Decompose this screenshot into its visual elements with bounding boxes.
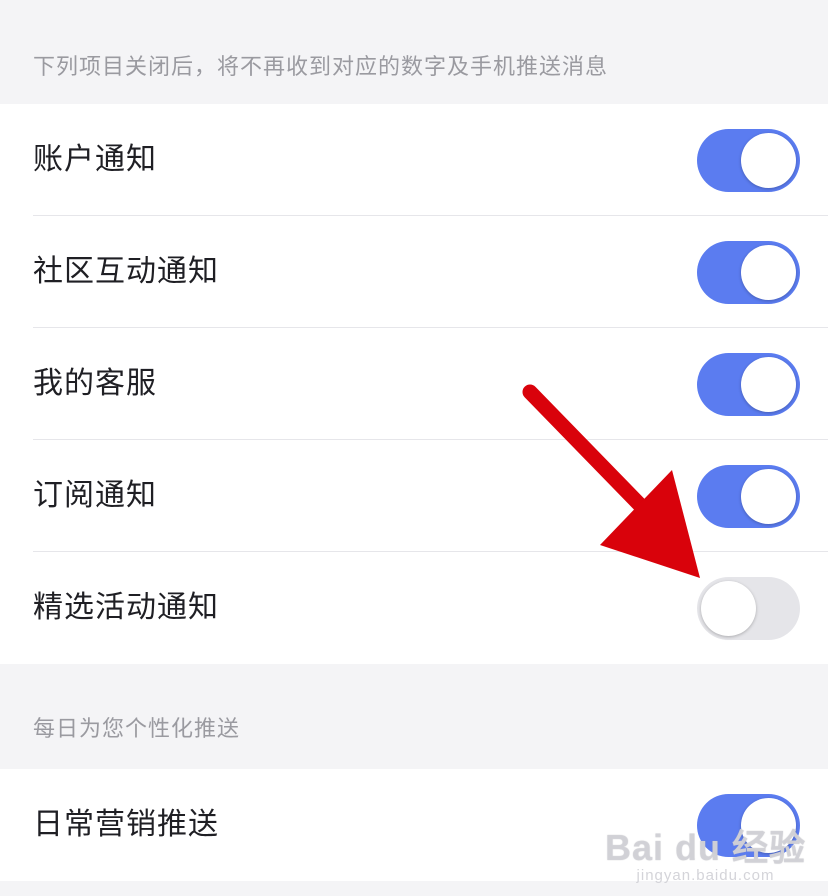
subscription-notification-toggle[interactable]: [697, 465, 800, 528]
toggle-knob: [741, 469, 796, 524]
setting-label: 账户通知: [33, 142, 157, 177]
setting-row-account: 账户通知: [0, 104, 828, 216]
setting-label: 订阅通知: [33, 478, 157, 513]
toggle-knob: [741, 245, 796, 300]
setting-label: 精选活动通知: [33, 590, 219, 625]
section-header-notifications: 下列项目关闭后，将不再收到对应的数字及手机推送消息: [33, 55, 609, 80]
setting-row-subscription: 订阅通知: [0, 440, 828, 552]
setting-label: 日常营销推送: [33, 807, 219, 842]
setting-label: 我的客服: [33, 366, 157, 401]
toggle-knob: [741, 133, 796, 188]
toggle-knob: [741, 357, 796, 412]
featured-activity-toggle[interactable]: [697, 577, 800, 640]
customer-service-toggle[interactable]: [697, 353, 800, 416]
notification-settings-group: 账户通知 社区互动通知 我的客服 订阅通知 精选活动通知: [0, 104, 828, 664]
setting-row-community: 社区互动通知: [0, 216, 828, 328]
community-notification-toggle[interactable]: [697, 241, 800, 304]
account-notification-toggle[interactable]: [697, 129, 800, 192]
baidu-watermark: Bai du 经验 jingyan.baidu.com: [605, 819, 806, 884]
toggle-knob: [701, 581, 756, 636]
section-header-personalized: 每日为您个性化推送: [33, 717, 241, 742]
setting-label: 社区互动通知: [33, 254, 219, 289]
setting-row-customer-service: 我的客服: [0, 328, 828, 440]
watermark-logo-text: Bai du 经验: [604, 827, 806, 868]
setting-row-featured-activity: 精选活动通知: [0, 552, 828, 664]
